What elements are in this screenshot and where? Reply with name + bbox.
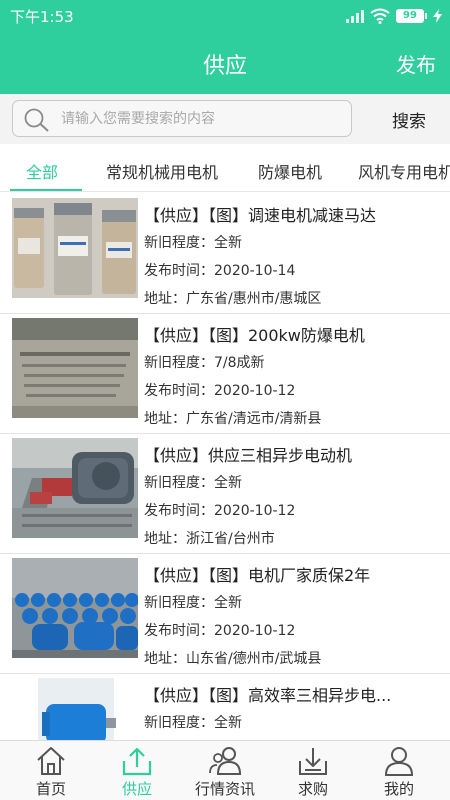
product-image xyxy=(12,558,138,658)
page-title: 供应 xyxy=(202,54,247,79)
status-bar: 下午1:53 99 xyxy=(0,0,450,32)
nav-label: 求购 xyxy=(297,780,328,798)
nav-mine[interactable]: 我的 xyxy=(354,741,444,800)
search-input[interactable] xyxy=(61,107,341,131)
list-item[interactable]: 【供应】【图】调速电机减速马达 新旧程度：全新 发布时间：2020-10-14 … xyxy=(0,194,450,314)
people-icon xyxy=(209,747,241,775)
category-tabs: 全部 常规机械用电机 防爆电机 风机专用电机 xyxy=(0,146,450,192)
status-icons: 99 xyxy=(346,6,442,26)
nav-home[interactable]: 首页 xyxy=(6,741,96,800)
listing-address: 地址：山东省/德州市/武城县 xyxy=(144,651,322,667)
status-time: 下午1:53 xyxy=(10,8,74,26)
listing-title: 【供应】【图】高效率三相异步电... xyxy=(144,686,392,705)
publish-button[interactable]: 发布 xyxy=(396,49,436,78)
tab-all[interactable]: 全部 xyxy=(26,159,58,183)
listing-date: 发布时间：2020-10-12 xyxy=(144,503,296,519)
search-box[interactable] xyxy=(12,100,352,137)
nav-supply[interactable]: 供应 xyxy=(92,741,182,800)
listing-address: 地址：浙江省/台州市 xyxy=(144,531,275,547)
download-icon xyxy=(299,748,327,775)
upload-icon xyxy=(122,747,152,776)
search-icon xyxy=(24,108,49,132)
nav-label: 首页 xyxy=(35,780,66,798)
list-item[interactable]: 【供应】【图】200kw防爆电机 新旧程度：7/8成新 发布时间：2020-10… xyxy=(0,314,450,434)
user-icon xyxy=(384,747,414,776)
nav-label: 行情资讯 xyxy=(194,780,255,798)
listing-address: 地址：广东省/惠州市/惠城区 xyxy=(144,291,322,307)
tab-general-machinery-motors[interactable]: 常规机械用电机 xyxy=(106,159,218,183)
listing-date: 发布时间：2020-10-12 xyxy=(144,623,296,639)
list-item[interactable]: 【供应】【图】高效率三相异步电... 新旧程度：全新 xyxy=(0,674,450,740)
nav-label: 我的 xyxy=(383,780,414,798)
charging-icon xyxy=(433,9,442,23)
listing-condition: 新旧程度：全新 xyxy=(144,475,242,491)
search-button[interactable]: 搜索 xyxy=(392,107,426,132)
product-image xyxy=(12,198,138,298)
listing-title: 【供应】【图】电机厂家质保2年 xyxy=(144,566,371,585)
listing-title: 【供应】【图】200kw防爆电机 xyxy=(144,326,365,345)
product-image xyxy=(12,318,138,418)
tab-fan-motors[interactable]: 风机专用电机 xyxy=(358,159,450,183)
listing-date: 发布时间：2020-10-14 xyxy=(144,263,296,279)
home-icon xyxy=(37,747,65,775)
nav-market-news[interactable]: 行情资讯 xyxy=(180,741,270,800)
bottom-nav: 首页 供应 行情资讯 求购 我的 xyxy=(0,740,450,800)
product-image xyxy=(12,678,138,740)
nav-purchase[interactable]: 求购 xyxy=(268,741,358,800)
supply-list: 【供应】【图】调速电机减速马达 新旧程度：全新 发布时间：2020-10-14 … xyxy=(0,194,450,740)
listing-address: 地址：广东省/清远市/清新县 xyxy=(144,411,322,427)
listing-condition: 新旧程度：全新 xyxy=(144,715,242,731)
list-item[interactable]: 【供应】供应三相异步电动机 新旧程度：全新 发布时间：2020-10-12 地址… xyxy=(0,434,450,554)
listing-title: 【供应】供应三相异步电动机 xyxy=(144,446,353,465)
listing-condition: 新旧程度：7/8成新 xyxy=(144,355,265,371)
listing-condition: 新旧程度：全新 xyxy=(144,595,242,611)
listing-date: 发布时间：2020-10-12 xyxy=(144,383,296,399)
list-item[interactable]: 【供应】【图】电机厂家质保2年 新旧程度：全新 发布时间：2020-10-12 … xyxy=(0,554,450,674)
battery-icon: 99 xyxy=(396,9,427,23)
search-bar: 搜索 xyxy=(0,94,450,144)
listing-title: 【供应】【图】调速电机减速马达 xyxy=(144,206,377,225)
active-tab-indicator xyxy=(10,189,82,191)
battery-level: 99 xyxy=(396,9,424,23)
product-image xyxy=(12,438,138,538)
app-header: 供应 发布 xyxy=(0,32,450,94)
signal-icon xyxy=(346,9,364,23)
listing-condition: 新旧程度：全新 xyxy=(144,235,242,251)
wifi-icon xyxy=(370,8,390,24)
nav-label: 供应 xyxy=(121,780,152,798)
tab-explosion-proof-motors[interactable]: 防爆电机 xyxy=(258,159,322,183)
